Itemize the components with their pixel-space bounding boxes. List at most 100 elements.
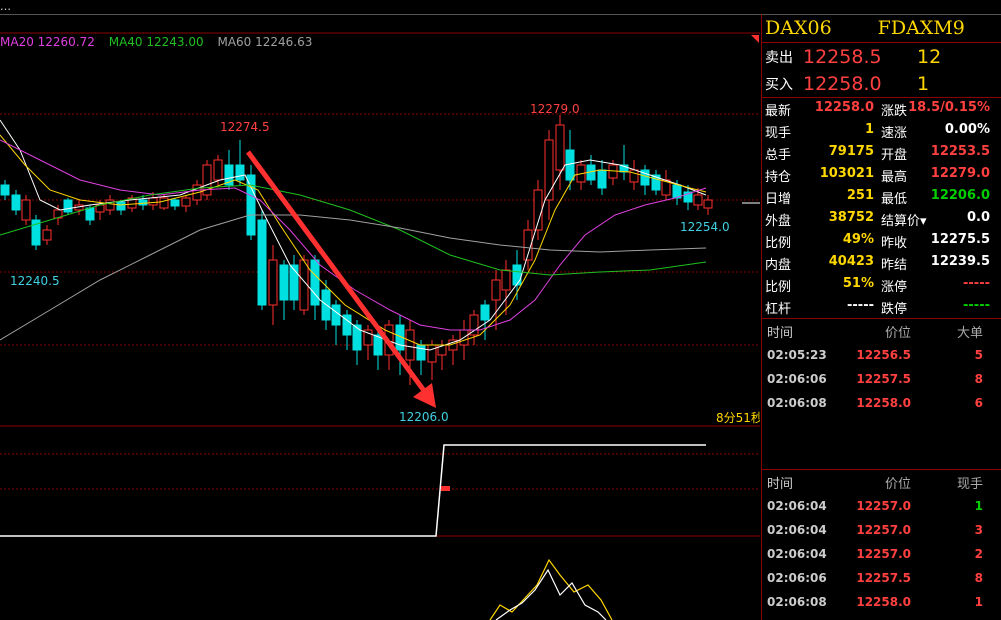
stat-value: 51% — [842, 275, 874, 291]
stat-cell: 速涨 0.00% — [878, 122, 994, 141]
buy-label: 买入 — [765, 76, 793, 93]
ma-line — [0, 119, 707, 351]
table-row[interactable]: 02:05:23 12256.5 5 — [762, 343, 1001, 367]
low-left-label: 12240.5 — [10, 274, 60, 288]
row-time: 02:06:04 — [767, 499, 827, 513]
candle — [279, 264, 289, 301]
stat-cell: 昨结 12239.5 — [878, 254, 994, 273]
row-price: 12258.0 — [856, 595, 911, 609]
table-row[interactable]: 02:06:04 12257.0 2 — [762, 542, 1001, 566]
stat-cell: 跌停 ----- — [878, 298, 994, 317]
col-time: 时间 — [767, 325, 794, 341]
stat-value: 12258.0 — [814, 99, 874, 115]
table-row[interactable]: 02:06:06 12257.5 8 — [762, 566, 1001, 590]
stat-label: 速涨 — [881, 125, 908, 141]
stat-label: 昨收 — [881, 235, 908, 251]
row-time: 02:06:08 — [767, 396, 827, 410]
price-chart-svg: 12274.5 12279.0 12240.5 12206.0 12254.0 … — [0, 32, 760, 620]
row-volume: 8 — [974, 571, 983, 585]
stat-label: 结算价▾ — [881, 213, 927, 229]
col-time: 时间 — [767, 476, 794, 492]
stat-value: ----- — [963, 275, 990, 291]
candle — [703, 199, 713, 209]
stat-value: 251 — [846, 187, 874, 203]
candle — [246, 174, 256, 236]
candle — [159, 197, 169, 209]
stat-cell: 涨停 ----- — [878, 276, 994, 295]
sell-quote[interactable]: 卖出 12258.5 12 — [762, 43, 1001, 70]
row-volume: 1 — [974, 499, 983, 513]
high-left-label: 12274.5 — [220, 120, 270, 134]
table-row[interactable]: 02:06:08 12258.0 1 — [762, 590, 1001, 614]
stat-cell: 昨收 12275.5 — [878, 232, 994, 251]
table-row[interactable]: 02:06:08 12258.0 6 — [762, 391, 1001, 415]
stat-label: 日增 — [765, 191, 792, 207]
candle — [512, 264, 522, 286]
candle — [416, 344, 426, 361]
candle — [170, 199, 180, 207]
candle — [597, 169, 607, 189]
row-time: 02:06:04 — [767, 523, 827, 537]
candle — [181, 197, 191, 207]
last-price-label: 12254.0 — [680, 220, 730, 234]
stat-value: ----- — [847, 297, 874, 313]
ma-line — [0, 134, 707, 346]
stat-row: 最新 12258.0 涨跌 18.5/0.15% — [762, 98, 1001, 120]
stat-cell: 最低 12206.0 — [878, 188, 994, 207]
row-time: 02:06:06 — [767, 372, 827, 386]
stat-value: 40423 — [828, 253, 874, 269]
row-price: 12257.0 — [856, 547, 911, 561]
stat-cell: 比例 51% — [762, 276, 878, 295]
candle — [501, 269, 511, 291]
row-time: 02:06:06 — [767, 571, 827, 585]
stat-cell: 开盘 12253.5 — [878, 144, 994, 163]
col-vol: 现手 — [956, 476, 983, 492]
stat-value: 103021 — [819, 165, 874, 181]
symbol-name: FDAXM9 — [877, 17, 965, 39]
row-time: 02:06:04 — [767, 547, 827, 561]
stat-row: 总手 79175 开盘 12253.5 — [762, 142, 1001, 164]
row-price: 12256.5 — [856, 348, 911, 362]
candlestick-chart-area[interactable]: MA20 12260.72 MA40 12243.00 MA60 12246.6… — [0, 0, 760, 620]
col-price: 价位 — [884, 476, 911, 492]
stat-value: 18.5/0.15% — [908, 99, 990, 115]
candle — [331, 304, 341, 326]
row-price: 12258.0 — [856, 396, 911, 410]
trend-arrow-head — [413, 383, 436, 408]
stat-cell: 比例 49% — [762, 232, 878, 251]
ma-line — [0, 139, 707, 331]
stat-cell: 总手 79175 — [762, 144, 878, 163]
row-price: 12257.0 — [856, 523, 911, 537]
stat-row: 持仓 103021 最高 12279.0 — [762, 164, 1001, 186]
stat-value: 12206.0 — [930, 187, 990, 203]
candle — [693, 194, 703, 206]
table-row[interactable]: 02:06:04 12257.0 3 — [762, 518, 1001, 542]
countdown-label: 8分51秒 — [716, 411, 760, 425]
candle — [405, 329, 415, 361]
stat-cell: 最高 12279.0 — [878, 166, 994, 185]
stat-value: 12275.5 — [930, 231, 990, 247]
candle — [268, 259, 278, 306]
stat-cell: 现手 1 — [762, 122, 878, 141]
buy-quote[interactable]: 买入 12258.0 1 — [762, 70, 1001, 97]
table-row[interactable]: 02:06:04 12257.0 1 — [762, 494, 1001, 518]
sell-volume: 12 — [917, 45, 942, 68]
candle — [544, 139, 554, 201]
low-bottom-label: 12206.0 — [399, 410, 449, 424]
stat-row: 杠杆 ----- 跌停 ----- — [762, 296, 1001, 318]
stat-label: 外盘 — [765, 213, 792, 229]
symbol-header[interactable]: DAX06 FDAXM9 — [762, 14, 1001, 43]
stat-label: 总手 — [765, 147, 792, 163]
row-time: 02:06:08 — [767, 595, 827, 609]
stat-value: 49% — [842, 231, 874, 247]
stat-label: 现手 — [765, 125, 792, 141]
stat-value: 38752 — [828, 209, 874, 225]
col-big: 大单 — [956, 325, 983, 341]
stat-cell: 杠杆 ----- — [762, 298, 878, 317]
table-row[interactable]: 02:06:06 12257.5 8 — [762, 367, 1001, 391]
high-right-label: 12279.0 — [530, 102, 580, 116]
stat-cell: 涨跌 18.5/0.15% — [878, 100, 994, 119]
stat-cell: 日增 251 — [762, 188, 878, 207]
stat-row: 比例 51% 涨停 ----- — [762, 274, 1001, 296]
row-price: 12257.5 — [856, 571, 911, 585]
